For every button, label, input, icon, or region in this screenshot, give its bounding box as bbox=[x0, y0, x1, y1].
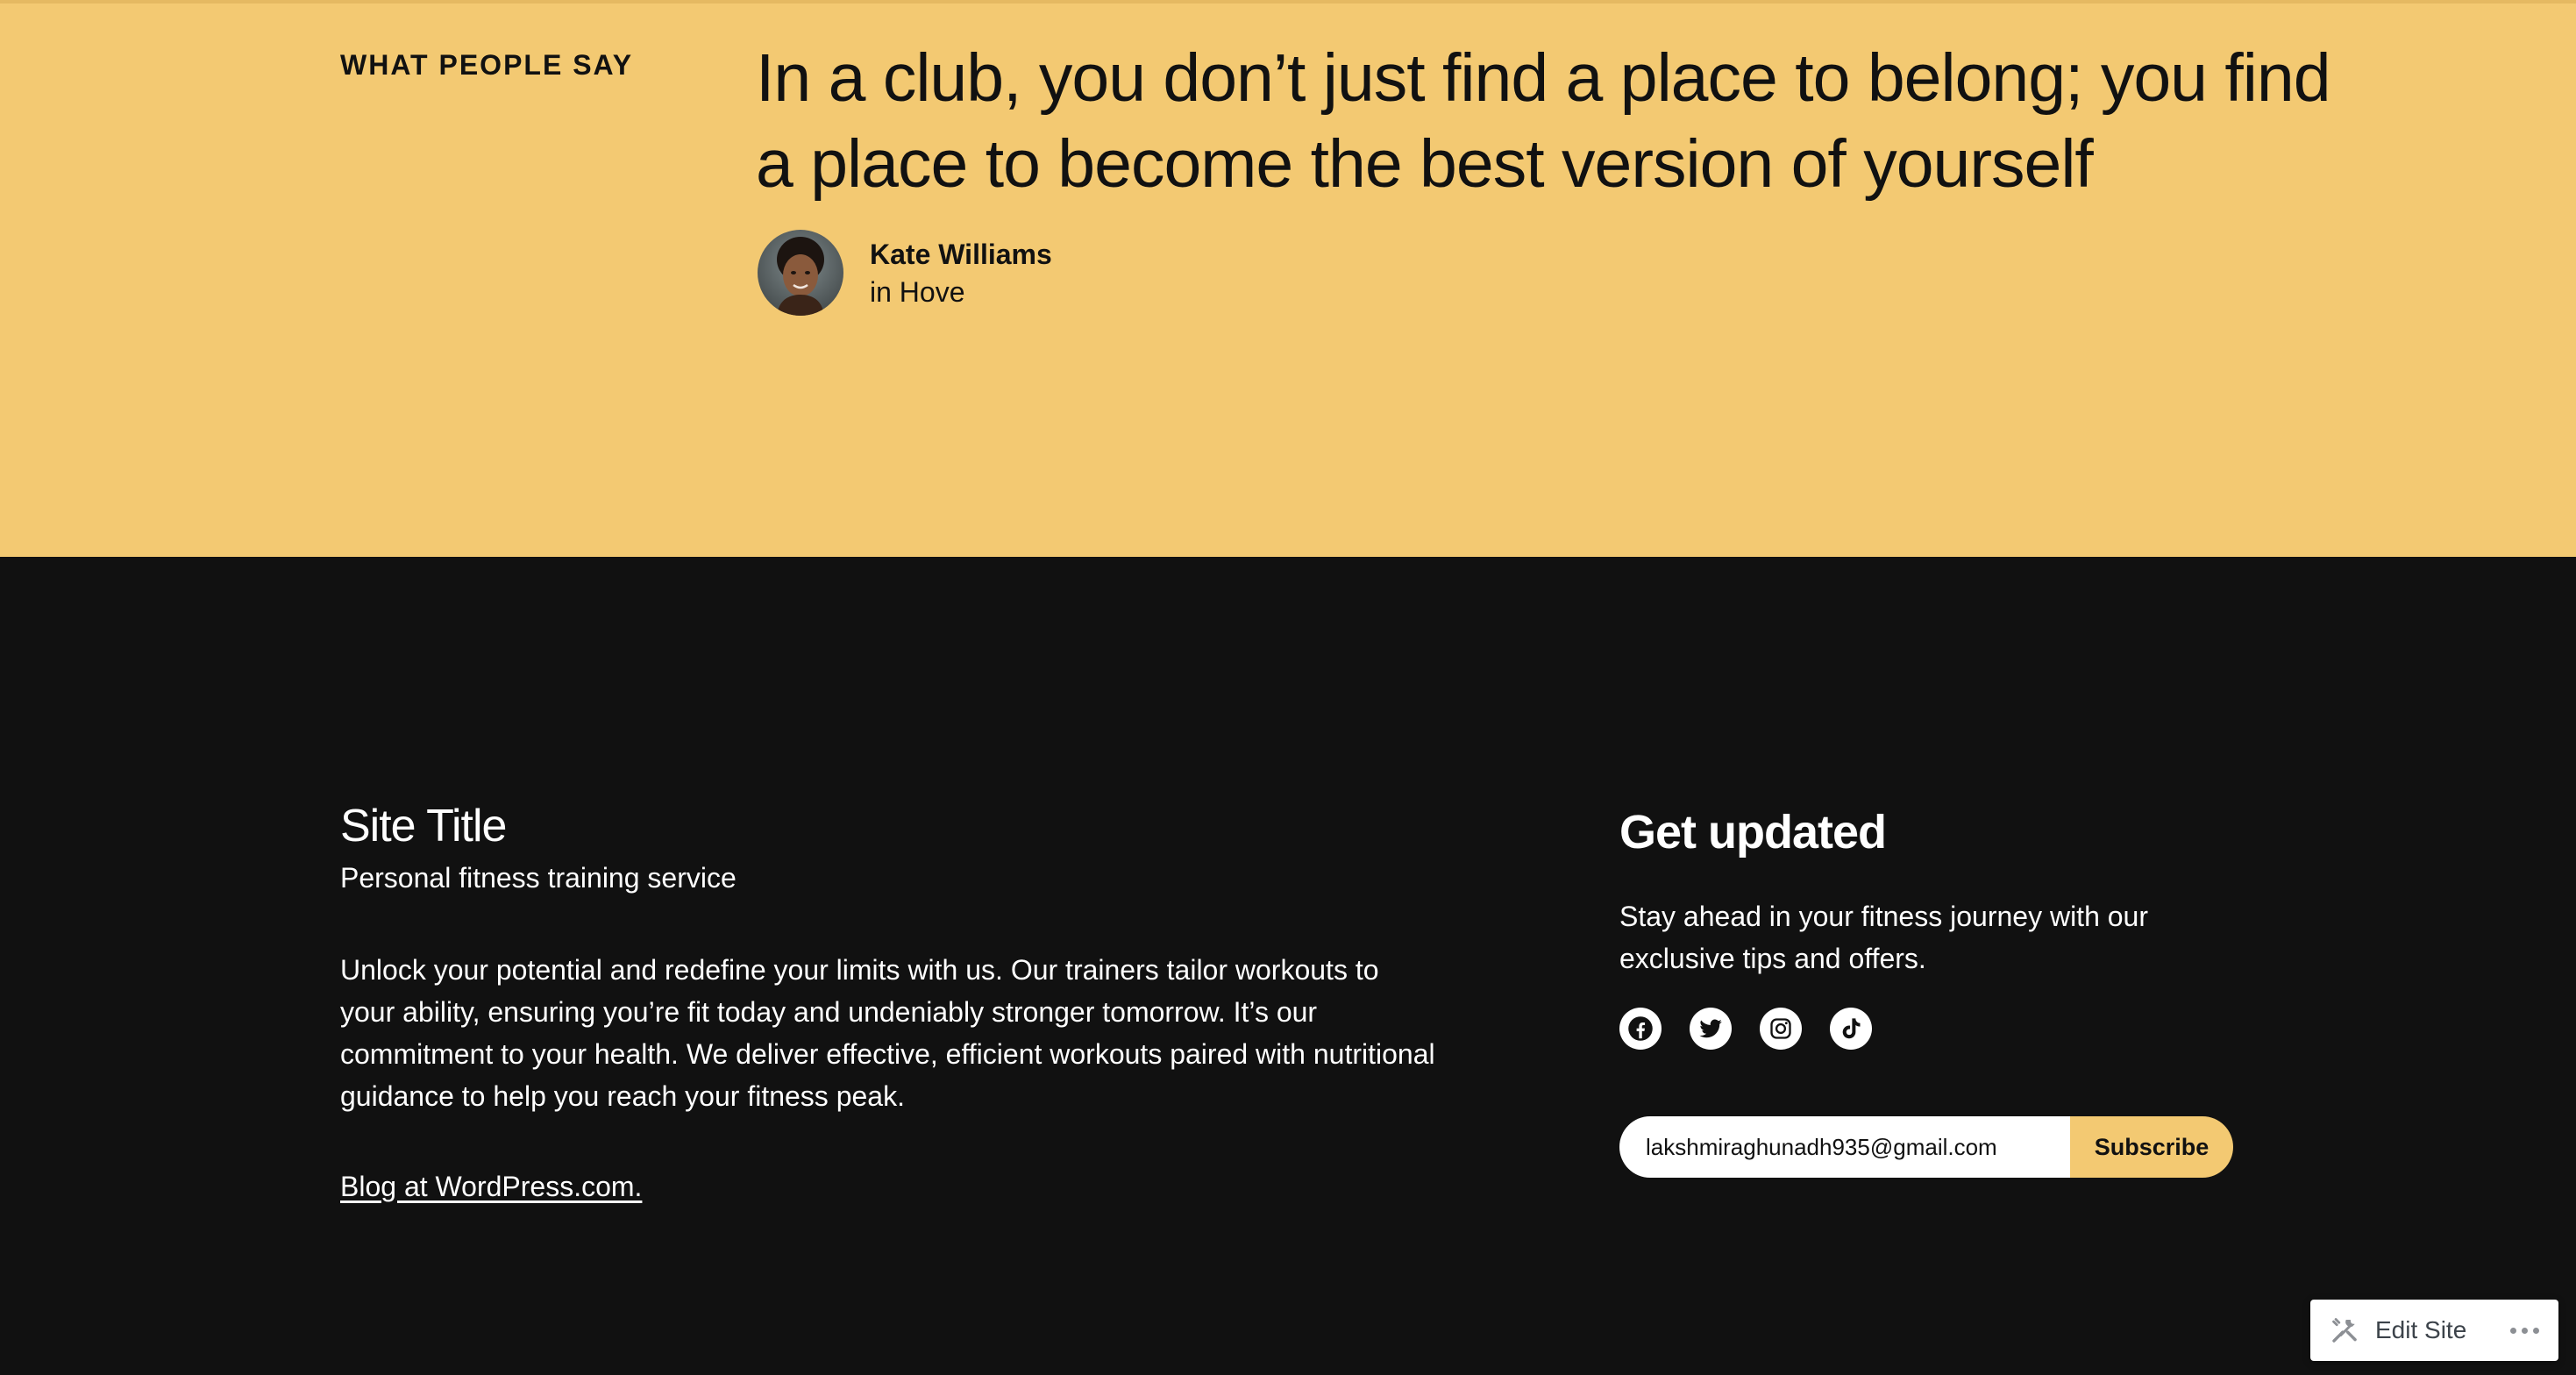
subscribe-button[interactable]: Subscribe bbox=[2070, 1116, 2233, 1178]
testimonial-author: Kate Williams in Hove bbox=[758, 230, 1052, 316]
author-avatar bbox=[758, 230, 843, 316]
instagram-link[interactable] bbox=[1760, 1008, 1802, 1050]
facebook-icon bbox=[1628, 1016, 1653, 1041]
author-location: in Hove bbox=[870, 276, 965, 308]
newsletter-title: Get updated bbox=[1619, 806, 1887, 858]
testimonial-section: WHAT PEOPLE SAY In a club, you don’t jus… bbox=[0, 0, 2576, 557]
more-options-button[interactable] bbox=[2507, 1319, 2543, 1343]
newsletter-description: Stay ahead in your fitness journey with … bbox=[1619, 901, 2148, 974]
twitter-link[interactable] bbox=[1690, 1008, 1732, 1050]
author-name: Kate Williams bbox=[870, 239, 1052, 270]
email-field[interactable] bbox=[1619, 1116, 2070, 1178]
site-tagline: Personal fitness training service bbox=[340, 862, 737, 894]
tiktok-link[interactable] bbox=[1830, 1008, 1872, 1050]
subscribe-form: Subscribe bbox=[1619, 1116, 2233, 1178]
about-text: Unlock your potential and redefine your … bbox=[340, 954, 1435, 1112]
person-photo-icon bbox=[758, 230, 843, 316]
ellipsis-dot bbox=[2533, 1327, 2539, 1334]
ellipsis-icon bbox=[2510, 1327, 2516, 1334]
site-title[interactable]: Site Title bbox=[340, 800, 507, 852]
edit-site-bar: Edit Site bbox=[2310, 1300, 2558, 1361]
twitter-icon bbox=[1699, 1019, 1722, 1038]
social-links bbox=[1619, 1008, 1872, 1050]
tiktok-icon bbox=[1842, 1018, 1861, 1039]
tools-icon bbox=[2332, 1318, 2357, 1343]
edit-site-button[interactable]: Edit Site bbox=[2310, 1300, 2466, 1361]
site-footer: Site Title Personal fitness training ser… bbox=[0, 557, 2576, 1375]
wordpress-credit-link[interactable]: Blog at WordPress.com. bbox=[340, 1171, 642, 1203]
section-eyebrow: WHAT PEOPLE SAY bbox=[340, 49, 634, 81]
ellipsis-dot bbox=[2522, 1327, 2528, 1334]
edit-site-label: Edit Site bbox=[2375, 1316, 2467, 1343]
facebook-link[interactable] bbox=[1619, 1008, 1662, 1050]
testimonial-quote: In a club, you don’t just find a place t… bbox=[756, 40, 2331, 202]
instagram-icon bbox=[1770, 1018, 1791, 1039]
